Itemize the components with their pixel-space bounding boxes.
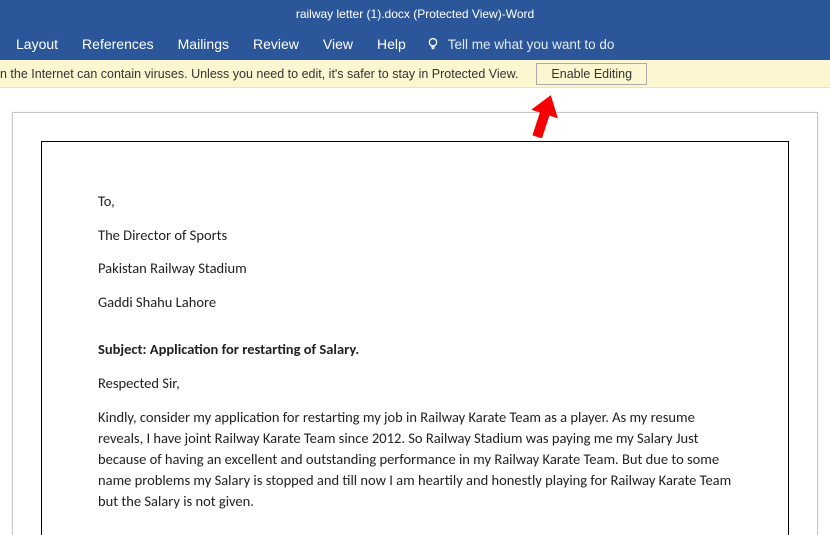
tab-review[interactable]: Review (241, 30, 311, 58)
protected-view-bar: n the Internet can contain viruses. Unle… (0, 60, 830, 88)
letter-addr-line1: The Director of Sports (98, 226, 732, 246)
enable-editing-button[interactable]: Enable Editing (536, 63, 647, 85)
tell-me-box[interactable]: Tell me what you want to do (418, 37, 615, 52)
tell-me-label: Tell me what you want to do (448, 37, 615, 52)
letter-addr-line3: Gaddi Shahu Lahore (98, 293, 732, 313)
tab-help[interactable]: Help (365, 30, 418, 58)
window-title-app: Word (506, 7, 534, 21)
document-page: To, The Director of Sports Pakistan Rail… (12, 112, 818, 535)
letter-salutation: Respected Sir, (98, 374, 732, 394)
document-workspace: To, The Director of Sports Pakistan Rail… (0, 88, 830, 535)
lightbulb-icon (426, 37, 440, 51)
letter-content: To, The Director of Sports Pakistan Rail… (98, 192, 732, 512)
tab-view[interactable]: View (311, 30, 365, 58)
tab-references[interactable]: References (70, 30, 166, 58)
letter-body: Kindly, consider my application for rest… (98, 407, 732, 512)
letter-to: To, (98, 192, 732, 212)
ribbon-tabs: Layout References Mailings Review View H… (0, 28, 830, 60)
letter-subject: Subject: Application for restarting of S… (98, 340, 732, 360)
protected-view-message: n the Internet can contain viruses. Unle… (0, 67, 518, 81)
tab-mailings[interactable]: Mailings (166, 30, 241, 58)
tab-layout[interactable]: Layout (4, 30, 70, 58)
title-bar: railway letter (1).docx (Protected View)… (0, 0, 830, 28)
page-border: To, The Director of Sports Pakistan Rail… (41, 141, 789, 535)
letter-addr-line2: Pakistan Railway Stadium (98, 259, 732, 279)
window-title-filename: railway letter (1).docx (Protected View) (296, 7, 502, 21)
